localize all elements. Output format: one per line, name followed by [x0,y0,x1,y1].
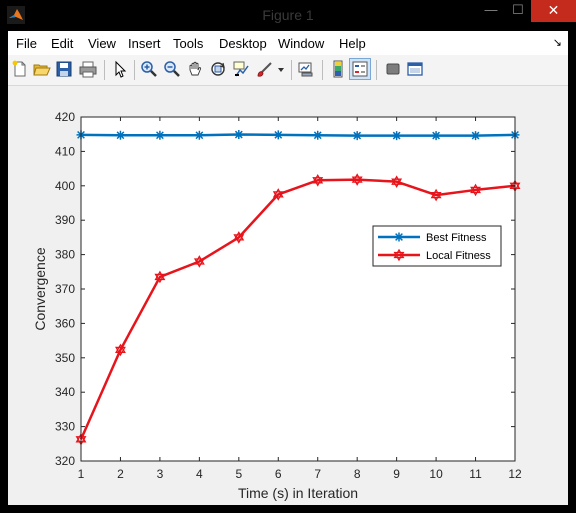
insert-legend-button[interactable] [349,58,371,80]
maximize-button[interactable]: ☐ [506,0,530,22]
legend[interactable]: Best Fitness Local Fitness [372,225,502,267]
y-tick-label: 320 [55,454,75,468]
x-tick-label: 7 [314,467,321,481]
rotate-3d-icon[interactable] [209,60,227,78]
pan-icon[interactable] [186,60,204,78]
data-point [471,131,481,141]
menu-help[interactable]: Help [339,36,366,51]
x-axis-label: Time (s) in Iteration [238,485,358,501]
convergence-plot: 1 2 3 4 5 6 7 8 9 10 11 123203303403503603703803904… [32,110,522,501]
data-point [273,130,283,140]
minimize-button[interactable]: — [476,0,506,22]
menu-insert[interactable]: Insert [128,36,161,51]
y-tick-label: 350 [55,351,75,365]
x-tick-label: 5 [235,467,242,481]
link-plot-icon[interactable] [297,60,315,78]
data-point [194,130,204,140]
data-point [155,130,165,140]
x-tick-label: 4 [196,467,203,481]
edit-plot-icon[interactable] [111,60,129,78]
figure-toolbar [8,55,568,86]
insert-legend-icon [352,61,368,77]
data-point [431,131,441,141]
y-tick-label: 420 [55,110,75,124]
x-tick-label: 1 [78,467,85,481]
data-cursor-icon[interactable] [232,60,250,78]
y-tick-label: 410 [55,144,75,158]
chevron-down-icon[interactable] [276,60,286,78]
data-point [392,131,402,141]
insert-colorbar-icon[interactable] [329,60,347,78]
x-tick-label: 10 [429,467,443,481]
new-figure-icon[interactable] [11,60,29,78]
figure-client-area: File Edit View Insert Tools Desktop Wind… [8,31,568,505]
menu-bar: File Edit View Insert Tools Desktop Wind… [8,31,568,55]
zoom-out-icon[interactable] [163,60,181,78]
y-axis-label: Convergence [32,247,48,330]
menu-tools[interactable]: Tools [173,36,203,51]
y-tick-label: 340 [55,385,75,399]
menu-desktop[interactable]: Desktop [219,36,267,51]
data-point [352,131,362,141]
menu-view[interactable]: View [88,36,116,51]
data-point [313,130,323,140]
series-line [80,133,516,137]
data-point [234,130,244,140]
y-tick-label: 370 [55,282,75,296]
dock-figure-icon[interactable]: ↘ [553,36,562,49]
y-tick-label: 380 [55,248,75,262]
x-tick-label: 2 [117,467,124,481]
x-tick-label: 12 [508,467,522,481]
figure-window: Figure 1 — ☐ ✕ File Edit View Insert Too… [0,0,576,513]
x-tick-label: 9 [393,467,400,481]
y-tick-label: 360 [55,316,75,330]
axes-background[interactable] [81,117,515,461]
menu-edit[interactable]: Edit [51,36,73,51]
toolbar-separator [134,60,135,80]
y-tick-label: 400 [55,179,75,193]
brush-icon[interactable] [256,60,274,78]
show-plot-tools-icon[interactable] [406,60,424,78]
x-tick-label: 11 [469,467,482,481]
y-tick-label: 330 [55,420,75,434]
menu-window[interactable]: Window [278,36,324,51]
menu-file[interactable]: File [16,36,37,51]
y-tick-label: 390 [55,213,75,227]
title-bar[interactable]: Figure 1 — ☐ ✕ [0,0,576,31]
legend-label: Best Fitness [426,232,487,244]
toolbar-separator [322,60,323,80]
legend-marker [394,232,404,242]
open-file-icon[interactable] [33,60,51,78]
close-button[interactable]: ✕ [531,0,576,22]
hide-plot-tools-icon[interactable] [384,60,402,78]
x-tick-label: 6 [275,467,282,481]
print-icon[interactable] [79,60,97,78]
x-tick-label: 8 [354,467,361,481]
data-point [115,130,125,140]
toolbar-separator [376,60,377,80]
figure-canvas: 1 2 3 4 5 6 7 8 9 10 11 12 320 330 340 350 360 370 380 390 4… [8,86,568,505]
zoom-in-icon[interactable] [140,60,158,78]
toolbar-separator [104,60,105,80]
legend-label: Local Fitness [426,250,491,262]
toolbar-separator [291,60,292,80]
save-icon[interactable] [55,60,73,78]
x-tick-label: 3 [157,467,164,481]
